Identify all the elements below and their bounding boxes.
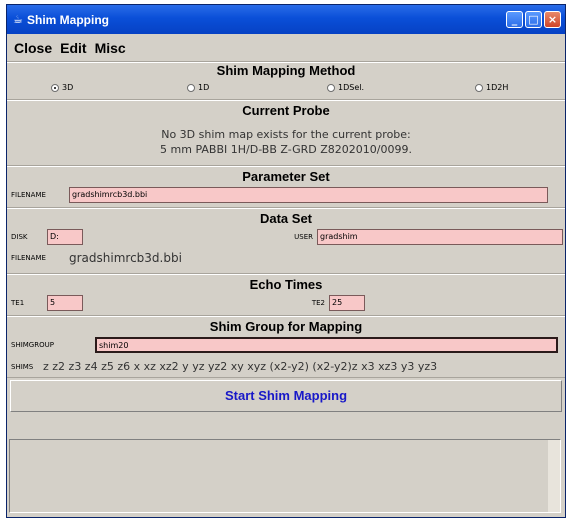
param-filename-label: FILENAME <box>11 191 46 199</box>
method-radio-group: 3D 1D 1DSel. 1D2H <box>7 79 565 97</box>
radio-3d-label: 3D <box>62 83 74 92</box>
shim-mapping-window: ☕ Shim Mapping _ □ × Close Edit Misc Shi… <box>6 4 566 518</box>
radio-selected-icon <box>51 83 59 92</box>
echo-times-heading: Echo Times <box>249 277 323 292</box>
java-cup-icon: ☕ <box>13 13 23 26</box>
user-label: USER <box>294 233 313 241</box>
shims-label: SHIMS <box>11 362 34 371</box>
param-filename-input[interactable]: gradshimrcb3d.bbi <box>69 187 548 203</box>
user-input[interactable]: gradshim <box>317 229 563 245</box>
menu-close[interactable]: Close <box>14 40 52 56</box>
radio-unselected-icon <box>327 83 335 92</box>
close-icon[interactable]: × <box>544 11 561 28</box>
disk-label: DISK <box>11 233 28 241</box>
probe-section: Current Probe No 3D shim map exists for … <box>7 100 565 166</box>
radio-unselected-icon <box>475 83 483 92</box>
radio-3d[interactable]: 3D <box>51 83 73 92</box>
data-set-heading: Data Set <box>259 211 313 226</box>
radio-1d2h[interactable]: 1D2H <box>475 83 508 92</box>
minimize-icon[interactable]: _ <box>506 11 523 28</box>
menu-edit[interactable]: Edit <box>60 40 86 56</box>
shim-group-heading: Shim Group for Mapping <box>209 319 363 334</box>
radio-1d-label: 1D <box>198 83 210 92</box>
te1-input[interactable]: 5 <box>47 295 83 311</box>
title-bar[interactable]: ☕ Shim Mapping _ □ × <box>7 5 565 34</box>
shimgroup-input[interactable]: shim20 <box>95 337 558 353</box>
radio-1dsel[interactable]: 1DSel. <box>327 83 364 92</box>
echo-times-section: Echo Times TE1 5 TE2 25 <box>7 274 565 316</box>
method-section: Shim Mapping Method 3D 1D 1DSel. 1D2H <box>7 62 565 100</box>
menu-misc[interactable]: Misc <box>95 40 126 56</box>
output-text-area[interactable] <box>9 439 561 513</box>
vertical-scrollbar[interactable] <box>548 440 560 512</box>
probe-message-line1: No 3D shim map exists for the current pr… <box>161 128 411 141</box>
probe-heading: Current Probe <box>242 103 330 118</box>
shim-group-section: Shim Group for Mapping SHIMGROUP shim20 … <box>7 316 565 378</box>
te2-input[interactable]: 25 <box>329 295 365 311</box>
data-filename-value: gradshimrcb3d.bbi <box>69 251 182 265</box>
maximize-icon[interactable]: □ <box>525 11 542 28</box>
parameter-set-heading: Parameter Set <box>242 169 330 184</box>
menu-bar: Close Edit Misc <box>7 34 565 62</box>
method-heading: Shim Mapping Method <box>216 63 356 78</box>
radio-1dsel-label: 1DSel. <box>338 83 365 92</box>
data-filename-label: FILENAME <box>11 254 46 262</box>
radio-unselected-icon <box>187 83 195 92</box>
data-set-section: Data Set DISK D: USER gradshim FILENAME … <box>7 208 565 274</box>
te2-label: TE2 <box>311 299 325 307</box>
parameter-set-section: Parameter Set FILENAME gradshimrcb3d.bbi <box>7 166 565 208</box>
shimgroup-label: SHIMGROUP <box>11 341 54 349</box>
radio-1d[interactable]: 1D <box>187 83 209 92</box>
window-title: Shim Mapping <box>27 12 109 27</box>
radio-1d2h-label: 1D2H <box>486 83 509 92</box>
te1-label: TE1 <box>11 299 25 307</box>
shims-value: z z2 z3 z4 z5 z6 x xz xz2 y yz yz2 xy xy… <box>43 360 438 373</box>
probe-message-line2: 5 mm PABBI 1H/D-BB Z-GRD Z8202010/0099. <box>160 143 412 156</box>
start-shim-mapping-button[interactable]: Start Shim Mapping <box>10 380 562 412</box>
disk-input[interactable]: D: <box>47 229 83 245</box>
